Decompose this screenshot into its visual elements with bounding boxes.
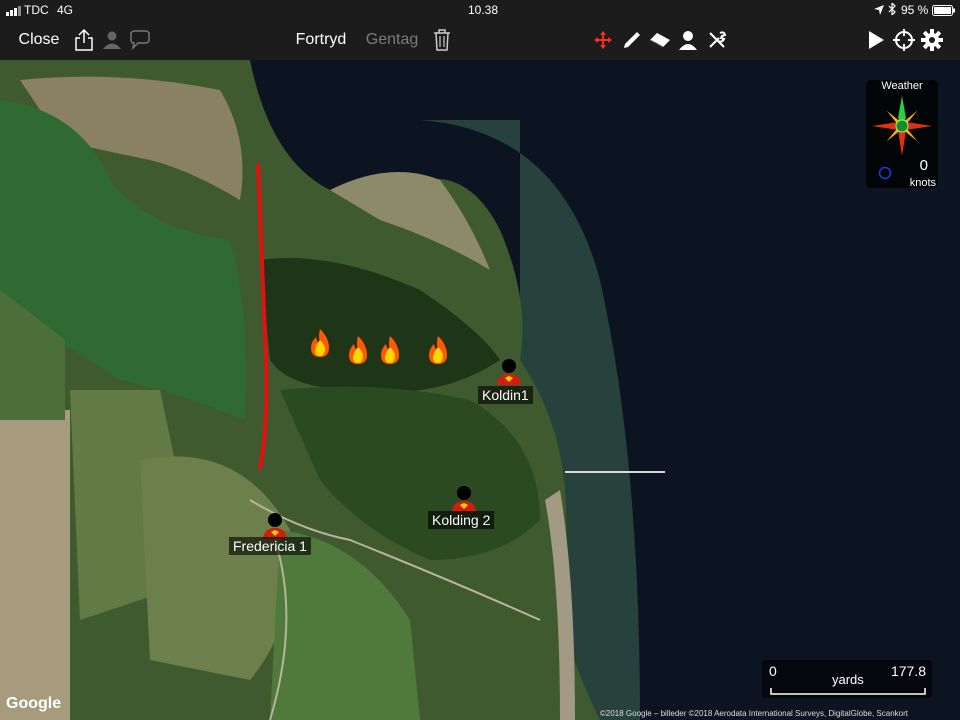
close-button[interactable]: Close	[14, 20, 64, 60]
weather-title: Weather	[881, 80, 923, 92]
trash-icon[interactable]	[430, 20, 454, 60]
network-label: 4G	[57, 3, 74, 17]
redo-button[interactable]: Gentag	[362, 20, 422, 60]
fire-icon[interactable]	[425, 335, 451, 365]
battery-icon	[932, 5, 956, 19]
carrier-label: TDC	[24, 3, 49, 17]
move-cross-icon[interactable]	[591, 20, 615, 60]
unit-marker-icon[interactable]	[451, 485, 477, 513]
battery-label: 95 %	[901, 3, 929, 17]
person-icon[interactable]	[676, 20, 700, 60]
fire-icon[interactable]	[345, 335, 371, 365]
wind-unit: knots	[909, 177, 936, 189]
scale-line	[770, 688, 926, 695]
signal-icon	[6, 5, 22, 19]
undo-button[interactable]: Fortryd	[290, 20, 352, 60]
scale-max: 177.8	[890, 663, 926, 679]
map-copyright: ©2018 Google – billeder ©2018 Aerodata I…	[600, 709, 908, 718]
wrench-icon[interactable]	[704, 20, 730, 60]
scale-bar: 0 177.8 yards	[762, 660, 932, 698]
scale-unit: yards	[832, 672, 864, 687]
google-logo: Google	[6, 695, 62, 712]
chat-icon[interactable]	[127, 20, 153, 60]
unit-marker-icon[interactable]	[262, 512, 288, 540]
user-silhouette-icon[interactable]	[100, 20, 124, 60]
clock: 10.38	[468, 3, 499, 17]
status-bar: TDC 4G 10.38 95 %	[0, 0, 960, 20]
wind-indicator-icon	[878, 166, 892, 185]
unit-marker-icon[interactable]	[496, 358, 522, 386]
share-icon[interactable]	[72, 20, 96, 60]
eraser-icon[interactable]	[648, 20, 672, 60]
pencil-icon[interactable]	[620, 20, 644, 60]
unit-label[interactable]: Fredericia 1	[229, 537, 311, 555]
wind-speed: 0	[919, 157, 928, 174]
crosshair-icon[interactable]	[891, 20, 917, 60]
fire-icon[interactable]	[307, 328, 333, 358]
bluetooth-icon	[888, 1, 896, 18]
compass-rose-icon	[870, 94, 934, 163]
scale-min: 0	[769, 663, 777, 679]
weather-widget[interactable]: Weather 0 knots	[866, 80, 938, 189]
play-icon[interactable]	[864, 20, 888, 60]
unit-label[interactable]: Koldin1	[478, 386, 533, 404]
satellite-map[interactable]: Koldin1 Kolding 2 Fredericia 1	[0, 60, 960, 720]
unit-label[interactable]: Kolding 2	[428, 511, 495, 529]
fire-icon[interactable]	[377, 335, 403, 365]
gear-icon[interactable]	[920, 20, 944, 60]
toolbar: Close Fortryd Gentag	[0, 20, 960, 60]
location-icon	[874, 4, 884, 18]
